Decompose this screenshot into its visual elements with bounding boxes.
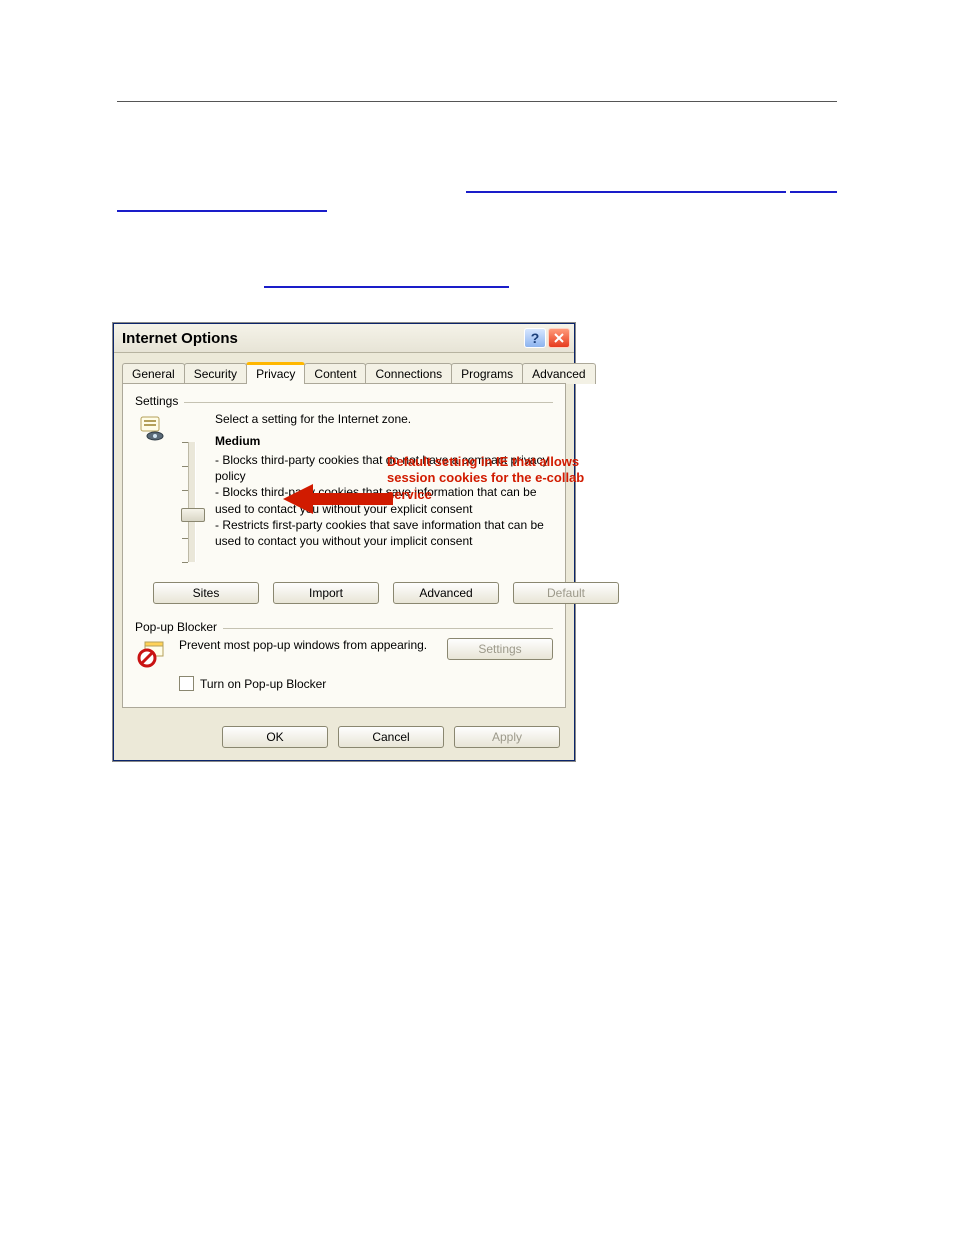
settings-group-header: Settings	[135, 394, 553, 408]
tab-programs[interactable]: Programs	[451, 363, 523, 384]
tab-privacy[interactable]: Privacy	[246, 362, 305, 384]
link-underline-2	[466, 191, 786, 193]
popup-checkbox-row[interactable]: Turn on Pop-up Blocker	[179, 676, 553, 691]
annotation-callout: Default setting in IE that allows sessio…	[387, 454, 587, 503]
page: Internet Options ? General Security Priv…	[0, 0, 954, 1235]
dialog-title: Internet Options	[118, 330, 522, 347]
tab-advanced[interactable]: Advanced	[522, 363, 595, 384]
privacy-icon	[135, 412, 169, 562]
close-button[interactable]	[548, 328, 570, 348]
import-button[interactable]: Import	[273, 582, 379, 604]
top-rule	[117, 101, 837, 102]
settings-group-rule	[184, 402, 553, 403]
popup-blocker-text: Prevent most pop-up windows from appeari…	[179, 638, 437, 652]
popup-blocker-group: Pop-up Blocker Prevent most pop-up windo…	[135, 620, 553, 691]
popup-group-header: Pop-up Blocker	[135, 620, 553, 634]
advanced-button[interactable]: Advanced	[393, 582, 499, 604]
default-button: Default	[513, 582, 619, 604]
dialog-footer: OK Cancel Apply	[114, 716, 574, 760]
slider-track	[188, 442, 196, 562]
privacy-panel: Settings	[122, 383, 566, 708]
cancel-button[interactable]: Cancel	[338, 726, 444, 748]
popup-checkbox-label: Turn on Pop-up Blocker	[200, 677, 326, 691]
close-icon	[554, 333, 564, 343]
slider-thumb[interactable]	[181, 508, 205, 522]
settings-prompt: Select a setting for the Internet zone.	[215, 412, 553, 426]
popup-group-label: Pop-up Blocker	[135, 620, 217, 634]
tab-security[interactable]: Security	[184, 363, 247, 384]
help-button[interactable]: ?	[524, 328, 546, 348]
link-underline-4	[264, 286, 509, 288]
tab-general[interactable]: General	[122, 363, 185, 384]
privacy-slider[interactable]	[179, 412, 205, 562]
apply-button: Apply	[454, 726, 560, 748]
privacy-level: Medium	[215, 434, 553, 448]
tab-connections[interactable]: Connections	[365, 363, 452, 384]
link-underline-3	[790, 191, 837, 193]
popup-checkbox[interactable]	[179, 676, 194, 691]
popup-blocker-icon	[135, 638, 169, 668]
tabstrip: General Security Privacy Content Connect…	[114, 353, 574, 383]
internet-options-dialog: Internet Options ? General Security Priv…	[113, 323, 575, 761]
titlebar[interactable]: Internet Options ?	[114, 324, 574, 353]
popup-group-rule	[223, 628, 553, 629]
link-underline-1	[117, 210, 327, 212]
ok-button[interactable]: OK	[222, 726, 328, 748]
tab-content[interactable]: Content	[304, 363, 366, 384]
settings-group-label: Settings	[135, 394, 178, 408]
sites-button[interactable]: Sites	[153, 582, 259, 604]
settings-buttons: Sites Import Advanced Default	[135, 582, 553, 604]
popup-settings-button: Settings	[447, 638, 553, 660]
